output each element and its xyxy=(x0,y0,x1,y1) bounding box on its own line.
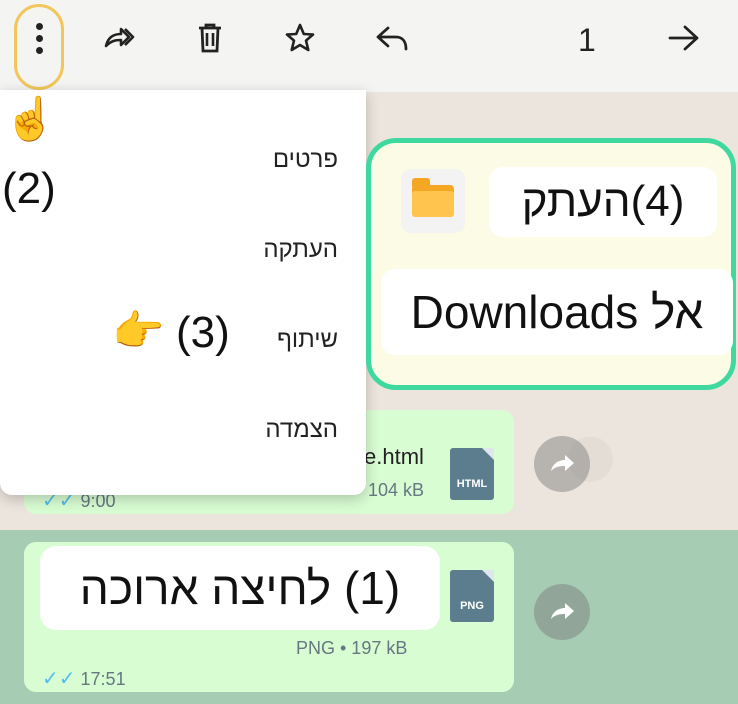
png-file-icon: PNG xyxy=(450,570,494,622)
forward-button[interactable] xyxy=(98,16,142,60)
menu-item-pin[interactable]: הצמדה xyxy=(265,416,338,444)
selected-count: 1 xyxy=(578,22,596,58)
more-options-icon xyxy=(35,22,43,54)
callout-step-2: (2) xyxy=(2,164,56,213)
selection-toolbar: 1 xyxy=(0,0,738,92)
star-icon xyxy=(285,23,315,52)
files-app-icon xyxy=(401,169,465,233)
pointing-up-hand-icon: ☝️ xyxy=(4,94,57,143)
share-target-files[interactable]: (4)העתק אל Downloads xyxy=(366,138,736,390)
forward-icon xyxy=(551,455,574,471)
message-time: ✓✓ 17:51 xyxy=(42,668,126,690)
more-options-button[interactable] xyxy=(17,16,61,60)
folder-icon xyxy=(412,178,454,217)
forward-message-button[interactable] xyxy=(534,584,590,640)
forward-icon xyxy=(551,603,574,619)
html-file-icon: HTML xyxy=(450,448,494,500)
menu-item-details[interactable]: פרטים xyxy=(273,146,338,174)
read-ticks-icon: ✓✓ xyxy=(42,668,76,690)
reply-icon xyxy=(376,26,408,51)
back-arrow-icon xyxy=(668,25,699,51)
file-name: e.html xyxy=(364,444,424,469)
forward-message-button[interactable] xyxy=(534,436,590,492)
callout-step-4: (4)העתק xyxy=(489,167,717,237)
menu-item-copy[interactable]: העתקה xyxy=(263,236,338,264)
callout-step-3: (3) xyxy=(176,308,230,357)
star-button[interactable] xyxy=(278,16,322,60)
reply-button[interactable] xyxy=(370,16,414,60)
forward-icon xyxy=(104,27,135,48)
callout-downloads: אל Downloads xyxy=(381,269,733,355)
file-size: 104 kB xyxy=(368,480,425,500)
callout-long-press: (1) לחיצה ארוכה xyxy=(40,546,440,630)
back-button[interactable] xyxy=(662,16,706,60)
menu-item-share[interactable]: שיתוף xyxy=(277,326,338,354)
delete-icon xyxy=(199,23,221,53)
file-size: PNG • 197 kB xyxy=(296,638,408,658)
delete-button[interactable] xyxy=(188,16,232,60)
overflow-menu: פרטים העתקה שיתוף הצמדה xyxy=(0,90,366,495)
pointing-right-hand-icon: 👉 xyxy=(112,306,165,355)
